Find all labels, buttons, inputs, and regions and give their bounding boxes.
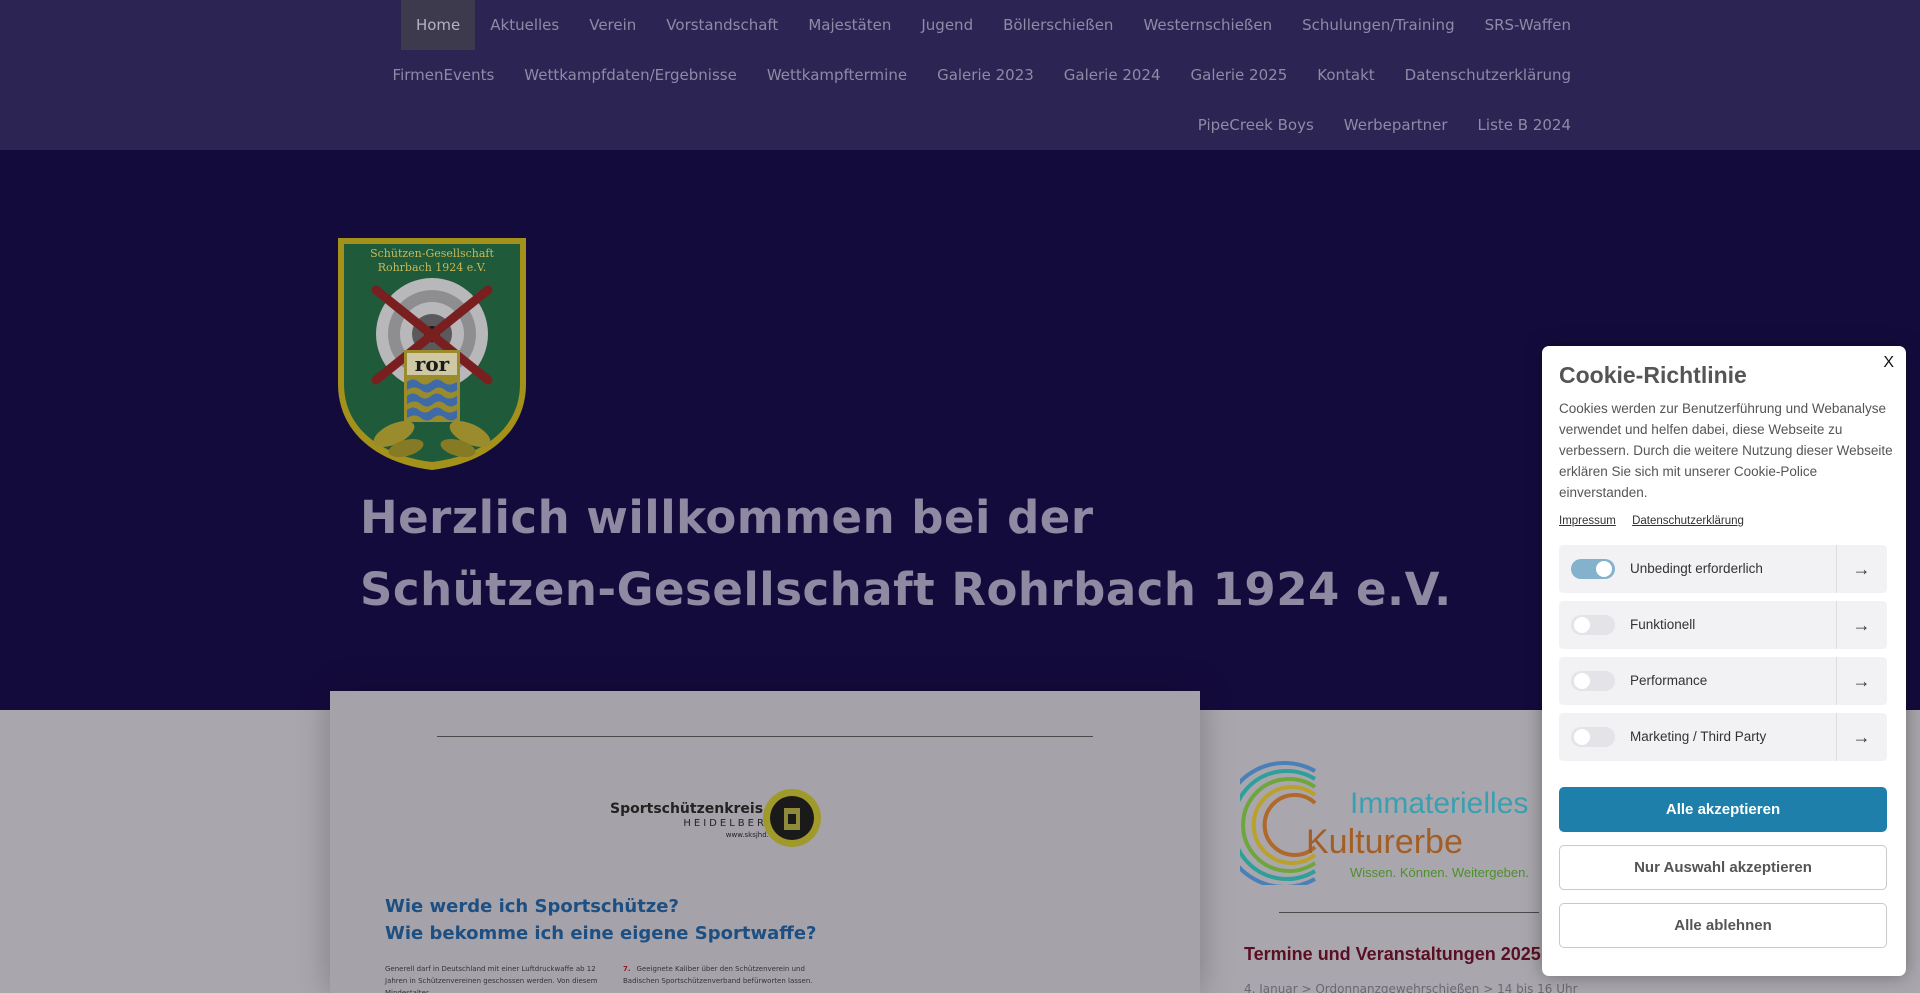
svg-text:Schützen-Gesellschaft: Schützen-Gesellschaft <box>370 247 494 260</box>
svg-text:Wissen. Können. Weitergeben.: Wissen. Können. Weitergeben. <box>1350 865 1529 880</box>
category-label: Performance <box>1630 673 1708 688</box>
nav-item-vorstandschaft[interactable]: Vorstandschaft <box>651 0 793 50</box>
toggle-knob <box>1574 729 1590 745</box>
events-heading: Termine und Veranstaltungen 2025 <box>1244 944 1541 964</box>
performance-toggle[interactable] <box>1571 671 1615 691</box>
sportschuetze-flyer[interactable]: Sportschützenkreis 5 HEIDELBERG www.sksj… <box>330 691 1200 993</box>
nav-item-boellerschiessen[interactable]: Böllerschießen <box>988 0 1128 50</box>
toggle-knob <box>1596 561 1612 577</box>
category-label: Marketing / Third Party <box>1630 729 1767 744</box>
cookie-category-necessary: Unbedingt erforderlich → <box>1559 545 1887 593</box>
flyer-column-1: Generell darf in Deutschland mit einer L… <box>385 965 598 993</box>
nav-item-aktuelles[interactable]: Aktuelles <box>475 0 574 50</box>
datenschutz-link[interactable]: Datenschutzerklärung <box>1632 515 1744 527</box>
nav-item-verein[interactable]: Verein <box>574 0 651 50</box>
cookie-category-performance: Performance → <box>1559 657 1887 705</box>
nav-item-wettkampfdaten[interactable]: Wettkampfdaten/Ergebnisse <box>509 50 752 100</box>
nav-item-liste-b-2024[interactable]: Liste B 2024 <box>1463 100 1586 150</box>
cookie-links: Impressum Datenschutzerklärung <box>1559 515 1757 527</box>
nav-item-pipecreek-boys[interactable]: PipeCreek Boys <box>1183 100 1329 150</box>
flyer-org-url: www.sksjhd.de <box>725 831 778 839</box>
svg-text:Rohrbach 1924 e.V.: Rohrbach 1924 e.V. <box>378 261 487 274</box>
flyer-heading: Wie werde ich Sportschütze? Wie bekomme … <box>385 893 816 947</box>
nav-item-datenschutz[interactable]: Datenschutzerklärung <box>1390 50 1586 100</box>
nav-item-kontakt[interactable]: Kontakt <box>1302 50 1389 100</box>
functional-toggle[interactable] <box>1571 615 1615 635</box>
welcome-heading-line1: Herzlich willkommen bei der <box>360 491 1094 544</box>
nav-item-schulungen[interactable]: Schulungen/Training <box>1287 0 1469 50</box>
nav-item-galerie-2023[interactable]: Galerie 2023 <box>922 50 1049 100</box>
flyer-item-number: 7. <box>623 965 631 973</box>
arrow-right-icon[interactable]: → <box>1836 545 1887 593</box>
category-label: Unbedingt erforderlich <box>1630 561 1763 576</box>
accept-selection-button[interactable]: Nur Auswahl akzeptieren <box>1559 845 1887 890</box>
flyer-item-text: Geeignete Kaliber über den Schützenverei… <box>623 965 813 985</box>
category-label: Funktionell <box>1630 617 1696 632</box>
sidebar-divider <box>1279 912 1539 913</box>
toggle-knob <box>1574 673 1590 689</box>
welcome-heading-line2: Schützen-Gesellschaft Rohrbach 1924 e.V. <box>360 563 1452 616</box>
nav-item-jugend[interactable]: Jugend <box>906 0 988 50</box>
cookie-category-functional: Funktionell → <box>1559 601 1887 649</box>
nav-item-majestaeten[interactable]: Majestäten <box>793 0 906 50</box>
marketing-toggle[interactable] <box>1571 727 1615 747</box>
nav-item-wettkampftermine[interactable]: Wettkampftermine <box>752 50 922 100</box>
svg-text:Immaterielles: Immaterielles <box>1350 787 1528 820</box>
cookie-category-marketing: Marketing / Third Party → <box>1559 713 1887 761</box>
flyer-heading-line1: Wie werde ich Sportschütze? <box>385 896 679 917</box>
flyer-organisation: Sportschützenkreis 5 HEIDELBERG www.sksj… <box>610 801 778 839</box>
sportschuetzenkreis-logo <box>763 789 821 847</box>
nav-row-1: Home Aktuelles Verein Vorstandschaft Maj… <box>400 0 1586 50</box>
flyer-org-name: Sportschützenkreis 5 <box>610 801 778 817</box>
arrow-right-icon[interactable]: → <box>1836 601 1887 649</box>
necessary-toggle[interactable] <box>1571 559 1615 579</box>
nav-item-galerie-2025[interactable]: Galerie 2025 <box>1176 50 1303 100</box>
nav-item-westernschiessen[interactable]: Westernschießen <box>1128 0 1287 50</box>
impressum-link[interactable]: Impressum <box>1559 515 1616 527</box>
nav-item-home[interactable]: Home <box>400 0 476 50</box>
events-first-entry: 4. Januar > Ordonnanzgewehrschießen > 14… <box>1244 982 1578 993</box>
nav-item-werbepartner[interactable]: Werbepartner <box>1329 100 1463 150</box>
flyer-org-city: HEIDELBERG <box>683 818 778 829</box>
nav-row-3: PipeCreek Boys Werbepartner Liste B 2024 <box>1183 100 1586 150</box>
accept-all-button[interactable]: Alle akzeptieren <box>1559 787 1887 832</box>
svg-text:ror: ror <box>415 352 450 376</box>
flyer-column-2: 7. Geeignete Kaliber über den Schützenver… <box>623 963 843 987</box>
cookie-title: Cookie-Richtlinie <box>1559 362 1747 388</box>
toggle-knob <box>1574 617 1590 633</box>
immaterielles-kulturerbe-logo[interactable]: Immaterielles Kulturerbe Wissen. Können.… <box>1240 755 1530 885</box>
main-navigation: Home Aktuelles Verein Vorstandschaft Maj… <box>0 0 1920 150</box>
arrow-right-icon[interactable]: → <box>1836 657 1887 705</box>
reject-all-button[interactable]: Alle ablehnen <box>1559 903 1887 948</box>
svg-text:Kulturerbe: Kulturerbe <box>1306 823 1463 861</box>
cookie-description: Cookies werden zur Benutzerführung und W… <box>1559 401 1893 500</box>
welcome-heading: Herzlich willkommen bei der Schützen-Ges… <box>360 482 1452 626</box>
club-crest-logo: Schützen-Gesellschaft Rohrbach 1924 e.V.… <box>338 238 526 470</box>
arrow-right-icon[interactable]: → <box>1836 713 1887 761</box>
close-button[interactable]: X <box>1883 354 1894 372</box>
nav-item-firmenevents[interactable]: FirmenEvents <box>378 50 510 100</box>
nav-item-srs-waffen[interactable]: SRS-Waffen <box>1470 0 1586 50</box>
flyer-divider <box>437 736 1093 737</box>
flyer-heading-line2: Wie bekomme ich eine eigene Sportwaffe? <box>385 923 817 944</box>
cookie-consent-dialog: X Cookie-Richtlinie Cookies werden zur B… <box>1542 346 1906 976</box>
nav-item-galerie-2024[interactable]: Galerie 2024 <box>1049 50 1176 100</box>
nav-row-2: FirmenEvents Wettkampfdaten/Ergebnisse W… <box>378 50 1586 100</box>
